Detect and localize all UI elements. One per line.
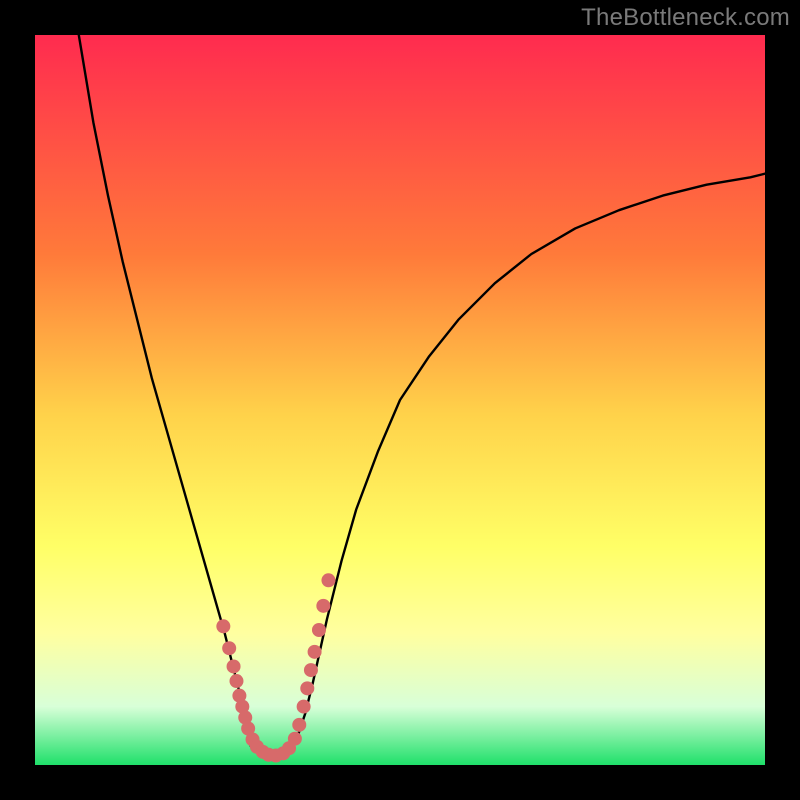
- marker-point: [292, 718, 306, 732]
- marker-point: [297, 700, 311, 714]
- marker-point: [300, 681, 314, 695]
- marker-point: [316, 599, 330, 613]
- marker-point: [312, 623, 326, 637]
- marker-point: [222, 641, 236, 655]
- marker-point: [304, 663, 318, 677]
- watermark-text: TheBottleneck.com: [581, 4, 790, 32]
- marker-point: [216, 619, 230, 633]
- marker-point: [227, 659, 241, 673]
- marker-point: [229, 674, 243, 688]
- marker-point: [308, 645, 322, 659]
- chart-canvas: [35, 35, 765, 765]
- plot-area: [35, 35, 765, 765]
- marker-point: [288, 732, 302, 746]
- outer-frame: TheBottleneck.com: [0, 0, 800, 800]
- marker-point: [321, 573, 335, 587]
